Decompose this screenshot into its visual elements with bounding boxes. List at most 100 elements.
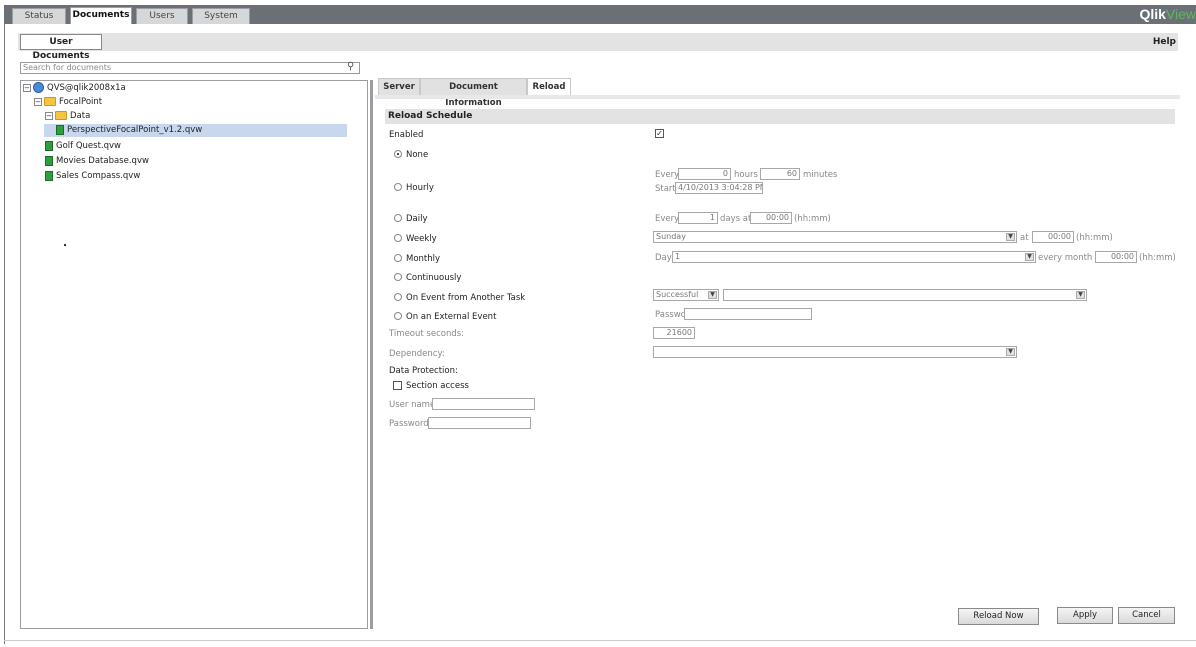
radio-icon [394,273,402,281]
tab-status[interactable]: Status [12,8,66,24]
tree-node-label: PerspectiveFocalPoint_v1.2.qvw [67,125,203,135]
reload-now-button[interactable]: Reload Now [958,608,1039,625]
radio-label: None [406,150,429,160]
search-icon[interactable]: ⚲ [347,61,354,72]
monthly-time-input[interactable]: 00:00 [1095,251,1137,263]
radio-daily[interactable]: Daily [394,214,428,225]
help-link[interactable]: Help [1153,37,1176,47]
document-icon [45,140,53,151]
weekly-hhmm-label: (hh:mm) [1076,233,1113,243]
task-dropdown[interactable]: ▼ [723,289,1087,301]
tree-node-label: QVS@qlik2008x1a [47,83,126,93]
hourly-every-label: Every [655,170,680,180]
collapse-icon[interactable]: − [23,83,31,92]
dependency-label: Dependency: [389,349,445,359]
start-time-input[interactable]: 4/10/2013 3:04:28 PM [675,182,763,194]
timeout-input[interactable]: 21600 [653,327,695,339]
tab-document-information[interactable]: Document Information [420,78,527,108]
window-left-border [4,24,5,644]
dropdown-value: 1 [675,252,681,261]
password-input[interactable] [428,417,531,429]
radio-icon [394,234,402,242]
document-icon [56,124,64,135]
tab-server[interactable]: Server [378,78,420,95]
radio-selected-icon [394,150,402,158]
tab-system[interactable]: System [192,8,250,24]
tab-reload[interactable]: Reload [527,78,571,95]
minutes-input[interactable]: 60 [760,168,800,180]
tab-users[interactable]: Users [136,8,188,24]
timeout-label: Timeout seconds: [389,329,465,339]
radio-icon [394,293,402,301]
tree-node-folder[interactable]: − FocalPoint [34,96,102,109]
tree-node-subfolder[interactable]: − Data [45,110,90,123]
enabled-checkbox[interactable]: ✓ [655,129,664,138]
radio-weekly[interactable]: Weekly [394,234,437,245]
days-input[interactable]: 1 [678,212,718,224]
top-navigation-bar: Status Documents Users System QlikView [4,5,1196,24]
section-access-label: Section access [406,381,469,391]
weekly-time-input[interactable]: 00:00 [1032,231,1074,243]
radio-continuously[interactable]: Continuously [394,273,461,284]
radio-on-event-another-task[interactable]: On Event from Another Task [394,293,525,304]
hourly-start-label: Start [655,184,676,194]
tree-node-document[interactable]: Golf Quest.qvw [45,140,121,153]
radio-on-external-event[interactable]: On an External Event [394,312,496,323]
section-access-checkbox[interactable] [393,381,402,390]
user-name-input[interactable] [432,398,535,410]
apply-button[interactable]: Apply [1057,607,1113,624]
qlikview-logo: QlikView [1139,6,1196,22]
weekly-at-label: at [1020,233,1029,243]
enabled-label: Enabled [389,130,424,140]
collapse-icon[interactable]: − [34,97,42,106]
panel-splitter[interactable] [370,80,373,629]
every-month-at-label: every month at [1038,253,1104,263]
external-password-input[interactable] [684,308,812,320]
data-protection-label: Data Protection: [389,366,458,376]
tree-node-selected-document[interactable]: PerspectiveFocalPoint_v1.2.qvw [44,124,347,137]
folder-icon [55,111,67,120]
tree-node-label: Sales Compass.qvw [56,171,141,181]
chevron-down-icon: ▼ [1076,291,1085,299]
tree-node-server[interactable]: − QVS@qlik2008x1a [23,82,126,95]
logo-view: View [1165,6,1196,22]
radio-label: Continuously [406,273,462,283]
tree-node-label: Golf Quest.qvw [56,141,121,151]
tab-user-documents[interactable]: User Documents [20,34,102,61]
tab-baseline [375,95,1180,99]
tree-node-label: Movies Database.qvw [56,156,149,166]
daily-hhmm-label: (hh:mm) [794,214,831,224]
search-input[interactable]: Search for documents [20,62,360,74]
server-icon [33,82,44,93]
hours-input[interactable]: 0 [678,168,731,180]
tree-node-label: FocalPoint [59,97,103,107]
tree-node-document[interactable]: Sales Compass.qvw [45,170,140,183]
chevron-down-icon: ▼ [1025,253,1034,261]
radio-hourly[interactable]: Hourly [394,183,434,194]
chevron-down-icon: ▼ [1006,348,1015,356]
chevron-down-icon: ▼ [708,291,717,299]
task-status-dropdown[interactable]: Successful ▼ [653,289,719,301]
collapse-icon[interactable]: − [45,111,53,120]
radio-none[interactable]: None [394,150,428,161]
radio-icon [394,183,402,191]
logo-qlik: Qlik [1139,6,1166,22]
month-day-dropdown[interactable]: 1 ▼ [672,251,1036,263]
document-icon [45,170,53,181]
tree-node-document[interactable]: Movies Database.qvw [45,155,149,168]
radio-icon [394,312,402,320]
stray-dot [64,244,66,246]
radio-monthly[interactable]: Monthly [394,254,440,265]
daily-time-input[interactable]: 00:00 [750,212,792,224]
reload-schedule-header: Reload Schedule [385,109,1175,124]
dependency-dropdown[interactable]: ▼ [653,346,1017,358]
radio-label: Weekly [406,234,437,244]
radio-icon [394,254,402,262]
cancel-button[interactable]: Cancel [1118,607,1175,624]
radio-label: Daily [406,214,428,224]
weekday-dropdown[interactable]: Sunday ▼ [653,231,1017,243]
tab-documents[interactable]: Documents [70,7,132,24]
dropdown-value: Sunday [656,232,686,241]
minutes-label: minutes [803,170,838,180]
password-label: Password: [389,419,432,429]
